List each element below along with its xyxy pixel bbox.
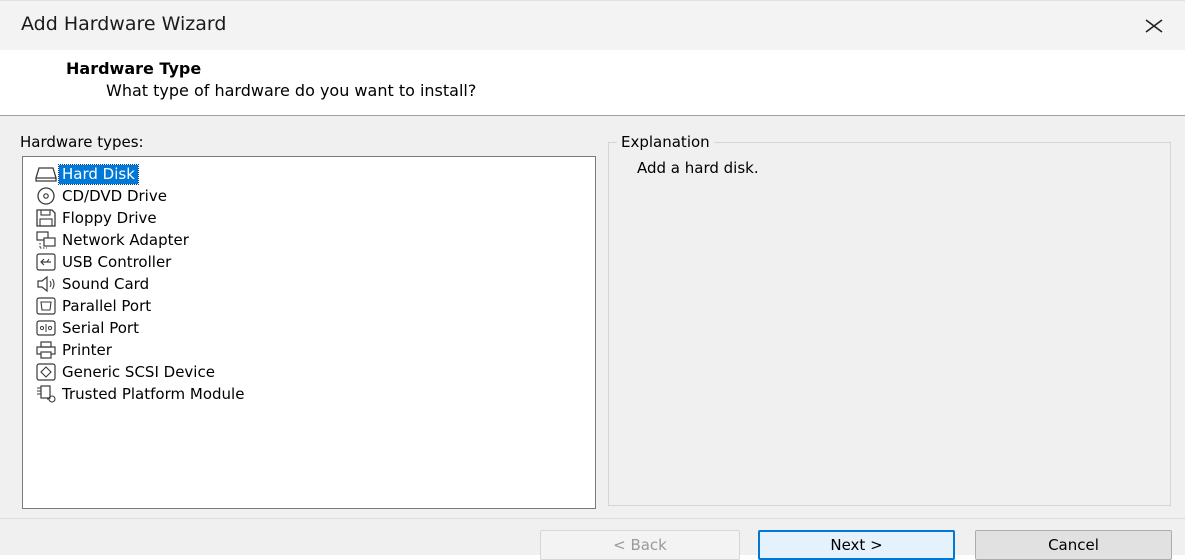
serial-port-icon — [35, 318, 57, 338]
explanation-group: Explanation Add a hard disk. — [608, 133, 1171, 506]
list-item-printer[interactable]: Printer — [23, 339, 595, 361]
printer-icon — [35, 340, 57, 360]
explanation-label: Explanation — [617, 133, 714, 151]
list-item-hard-disk[interactable]: Hard Disk — [23, 163, 595, 185]
wizard-body: Hardware types: Hard Disk CD/DVD Drive F… — [0, 116, 1185, 518]
page-subheading: What type of hardware do you want to ins… — [106, 81, 477, 100]
explanation-text: Add a hard disk. — [637, 159, 759, 177]
list-item-serial-port[interactable]: Serial Port — [23, 317, 595, 339]
list-item-label: Network Adapter — [62, 230, 189, 249]
network-adapter-icon — [35, 230, 57, 250]
list-item-label: CD/DVD Drive — [62, 186, 167, 205]
cd-dvd-icon — [35, 186, 57, 206]
list-item-network-adapter[interactable]: Network Adapter — [23, 229, 595, 251]
hardware-types-list[interactable]: Hard Disk CD/DVD Drive Floppy Drive Netw… — [22, 156, 596, 509]
scsi-device-icon — [35, 362, 57, 382]
list-item-label: Generic SCSI Device — [62, 362, 215, 381]
close-icon[interactable] — [1141, 13, 1167, 39]
page-heading: Hardware Type — [66, 59, 202, 78]
sound-card-icon — [35, 274, 57, 294]
list-item-label: Sound Card — [62, 274, 150, 293]
wizard-header: Hardware Type What type of hardware do y… — [0, 50, 1185, 116]
list-item-usb-controller[interactable]: USB Controller — [23, 251, 595, 273]
list-item-label: Hard Disk — [58, 163, 139, 185]
usb-icon — [35, 252, 57, 272]
list-item-generic-scsi[interactable]: Generic SCSI Device — [23, 361, 595, 383]
hard-disk-icon — [35, 164, 57, 184]
tpm-icon — [35, 384, 57, 404]
cancel-button[interactable]: Cancel — [975, 530, 1172, 560]
list-item-parallel-port[interactable]: Parallel Port — [23, 295, 595, 317]
hardware-types-label: Hardware types: — [20, 133, 144, 151]
list-item-label: Floppy Drive — [62, 208, 157, 227]
back-button[interactable]: < Back — [540, 530, 740, 560]
list-item-cd-dvd[interactable]: CD/DVD Drive — [23, 185, 595, 207]
list-item-label: Trusted Platform Module — [62, 384, 245, 403]
list-item-label: USB Controller — [62, 252, 172, 271]
list-item-label: Serial Port — [62, 318, 139, 337]
list-item-label: Printer — [62, 340, 112, 359]
parallel-port-icon — [35, 296, 57, 316]
list-item-sound-card[interactable]: Sound Card — [23, 273, 595, 295]
title-bar: Add Hardware Wizard — [0, 0, 1185, 51]
floppy-icon — [35, 208, 57, 228]
wizard-footer: < Back Next > Cancel — [0, 518, 1185, 560]
window-title: Add Hardware Wizard — [21, 13, 227, 35]
next-button[interactable]: Next > — [758, 530, 955, 560]
list-item-floppy[interactable]: Floppy Drive — [23, 207, 595, 229]
list-item-tpm[interactable]: Trusted Platform Module — [23, 383, 595, 405]
list-item-label: Parallel Port — [62, 296, 152, 315]
